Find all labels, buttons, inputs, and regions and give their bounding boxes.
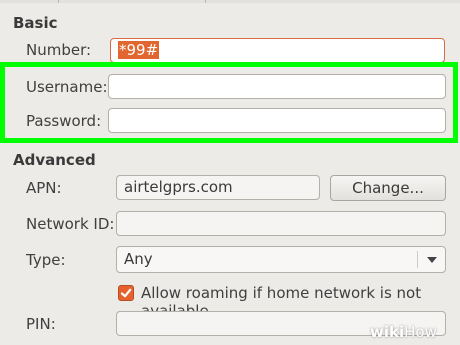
type-label: Type: xyxy=(26,251,66,269)
advanced-section-title: Advanced xyxy=(13,151,96,169)
tab-strip xyxy=(0,0,460,3)
checkmark-icon xyxy=(120,288,132,298)
type-combobox[interactable]: Any xyxy=(116,246,446,273)
apn-field[interactable]: airtelgprs.com xyxy=(116,175,320,200)
watermark-bold: wiki xyxy=(370,323,405,341)
basic-section-title: Basic xyxy=(13,14,58,32)
number-value-selected: *99# xyxy=(118,41,160,59)
watermark-light: How xyxy=(404,323,437,341)
chevron-down-icon xyxy=(427,257,437,263)
change-apn-button[interactable]: Change... xyxy=(330,175,446,201)
tab-edge xyxy=(205,0,206,3)
network-id-label: Network ID: xyxy=(26,215,115,233)
wikihow-watermark: wikiHow xyxy=(370,323,437,341)
combo-separator xyxy=(417,251,418,268)
roaming-checkbox[interactable] xyxy=(118,285,134,301)
network-id-field[interactable] xyxy=(116,211,446,236)
apn-label: APN: xyxy=(26,179,62,197)
highlight-box xyxy=(0,62,458,143)
pin-label: PIN: xyxy=(26,315,56,333)
tab-edge xyxy=(58,0,59,3)
number-label: Number: xyxy=(26,41,92,59)
number-field[interactable]: *99# xyxy=(110,38,445,63)
type-selected-value: Any xyxy=(124,250,153,268)
